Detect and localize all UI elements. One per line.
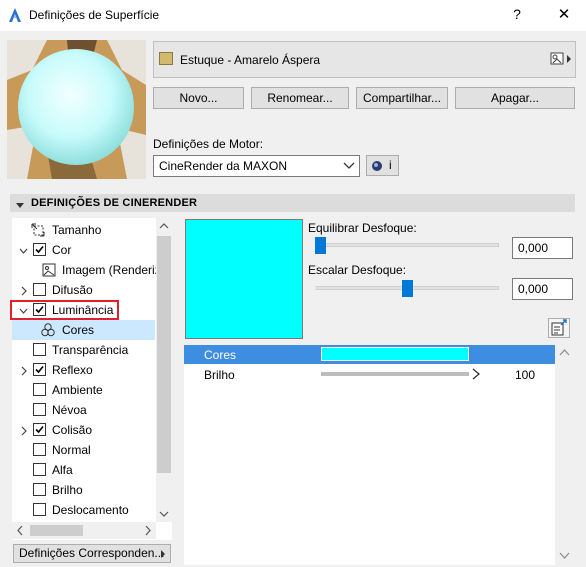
blur-scale-label: Escalar Desfoque:	[308, 263, 407, 277]
chevron-down-icon[interactable]	[19, 245, 28, 255]
blur-scale-slider-thumb[interactable]	[402, 280, 413, 297]
tree-item-displacement[interactable]: Deslocamento	[12, 500, 155, 520]
checkbox-unchecked[interactable]	[33, 483, 46, 496]
highlight-annotation	[10, 300, 119, 320]
share-button[interactable]: Compartilhar...	[356, 87, 448, 109]
tree-item-diffusion[interactable]: Difusão	[12, 280, 155, 300]
blur-balance-track[interactable]	[316, 243, 499, 247]
chevron-right-icon[interactable]	[19, 365, 27, 376]
luminance-color-swatch[interactable]	[185, 219, 303, 339]
channel-brightness-label: Brilho	[204, 368, 235, 382]
checkbox-checked[interactable]	[33, 363, 46, 376]
channel-colors-swatch[interactable]	[321, 347, 469, 361]
channel-brightness-slider[interactable]	[321, 372, 469, 376]
blur-balance-label: Equilibrar Desfoque:	[308, 221, 417, 235]
close-button[interactable]: ✕	[555, 5, 573, 23]
channel-brightness-value: 100	[515, 368, 536, 382]
tree-item-image[interactable]: Imagem (Renderiz	[12, 260, 161, 280]
checkbox-unchecked[interactable]	[33, 403, 46, 416]
help-button[interactable]: ?	[508, 6, 526, 24]
slider-handle-icon[interactable]	[471, 368, 481, 380]
tree-scroll-thumb[interactable]	[157, 236, 171, 473]
blur-balance-slider-thumb[interactable]	[315, 237, 326, 254]
checkbox-unchecked[interactable]	[33, 443, 46, 456]
section-title: DEFINIÇÕES DE CINERENDER	[31, 197, 198, 209]
chevron-right-icon[interactable]	[19, 425, 27, 436]
checkbox-unchecked[interactable]	[33, 343, 46, 356]
material-preview	[7, 40, 146, 179]
tree-item-fog[interactable]: Névoa	[12, 400, 155, 420]
material-name: Estuque - Amarelo Áspera	[180, 53, 321, 67]
texture-export-icon[interactable]	[548, 318, 570, 338]
tree-item-color[interactable]: Cor	[12, 240, 155, 260]
channel-colors-label: Cores	[204, 348, 237, 362]
matching-settings-label: Definições Corresponden...	[19, 546, 165, 560]
engine-select[interactable]: CineRender da MAXON	[153, 155, 360, 177]
rename-button[interactable]: Renomear...	[251, 87, 349, 109]
tree-item-normal[interactable]: Normal	[12, 440, 155, 460]
engine-label: Definições de Motor:	[153, 137, 264, 151]
tree-hscroll-thumb[interactable]	[30, 525, 83, 536]
collapse-arrow-icon[interactable]	[15, 199, 25, 208]
window-title: Definições de Superfície	[29, 8, 160, 22]
material-menu-icon[interactable]	[550, 52, 574, 66]
tree-item-environment[interactable]: Ambiente	[12, 380, 155, 400]
tree-item-reflection[interactable]: Reflexo	[12, 360, 155, 380]
color-channels-icon	[40, 322, 56, 338]
chevron-right-icon[interactable]	[19, 285, 27, 296]
checkbox-unchecked[interactable]	[33, 283, 46, 296]
channel-table-scrollbar[interactable]	[556, 345, 573, 565]
checkbox-unchecked[interactable]	[33, 383, 46, 396]
tree-item-colors[interactable]: Cores	[12, 320, 155, 340]
channel-table	[184, 345, 555, 565]
tree-item-alpha[interactable]: Alfa	[12, 460, 155, 480]
tree-item-glow[interactable]: Brilho	[12, 480, 155, 500]
tree-item-transparency[interactable]: Transparência	[12, 340, 155, 360]
engine-info-button[interactable]: i	[366, 155, 399, 176]
info-label: i	[389, 158, 392, 172]
image-icon	[41, 262, 57, 278]
channel-tree: Tamanho Cor Imagem (Renderiz Difusão Lum…	[12, 218, 172, 540]
checkbox-checked[interactable]	[33, 243, 46, 256]
checkbox-unchecked[interactable]	[33, 503, 46, 516]
tree-item-size[interactable]: Tamanho	[12, 220, 155, 240]
blur-scale-input[interactable]: 0,000	[512, 278, 573, 300]
matching-settings-button[interactable]: Definições Corresponden...	[13, 544, 171, 563]
checkbox-checked[interactable]	[33, 423, 46, 436]
resize-icon	[30, 222, 46, 238]
tree-item-bump[interactable]: Colisão	[12, 420, 155, 440]
blur-balance-input[interactable]: 0,000	[512, 237, 573, 259]
new-button[interactable]: Novo...	[153, 87, 244, 109]
archicad-app-icon	[7, 7, 23, 23]
checkbox-unchecked[interactable]	[33, 463, 46, 476]
delete-button[interactable]: Apagar...	[455, 87, 575, 109]
material-color-swatch	[159, 52, 173, 65]
chevron-down-icon	[343, 160, 355, 170]
